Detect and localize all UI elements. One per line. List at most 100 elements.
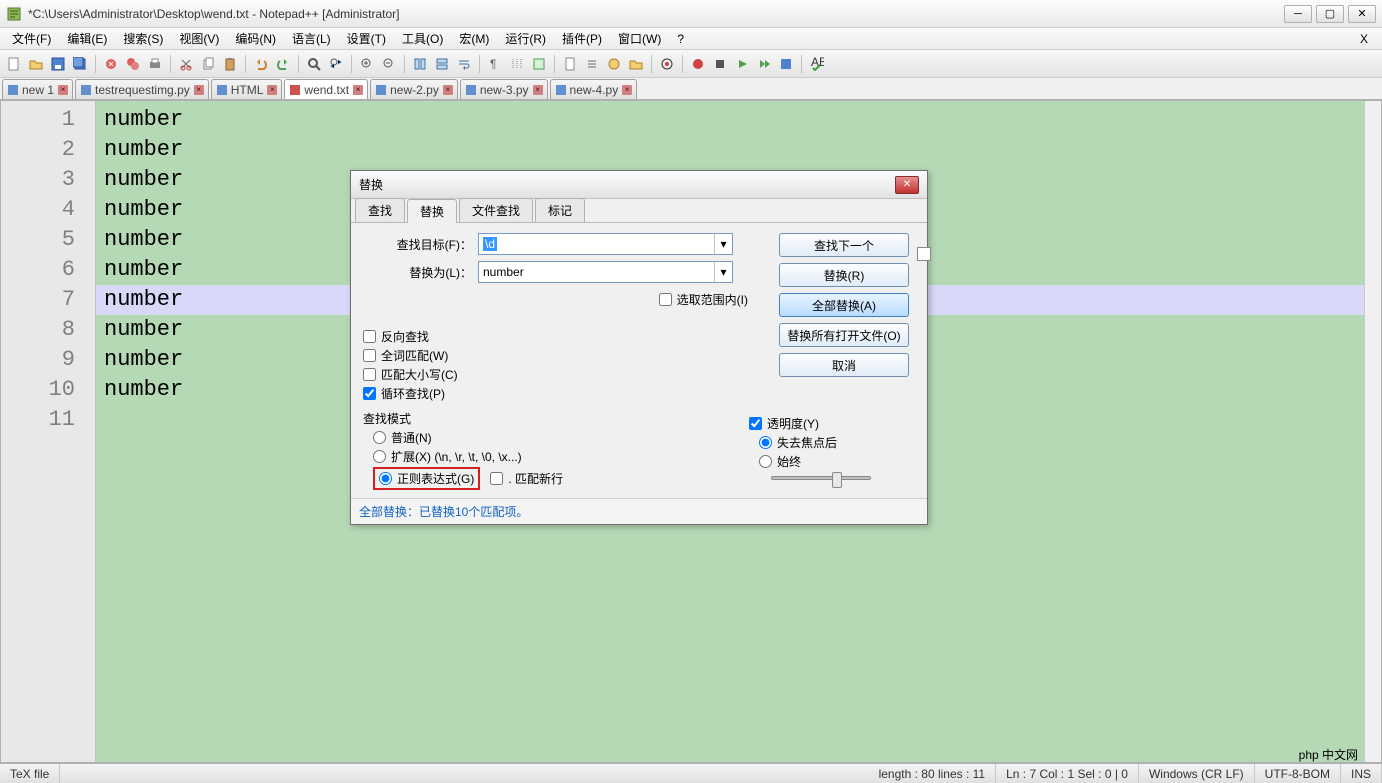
code-line: number [96, 105, 1381, 135]
mode-regex-radio[interactable] [379, 472, 392, 485]
tab-new-1[interactable]: new 1× [2, 79, 73, 99]
find-input[interactable]: \d ▾ [478, 233, 733, 255]
dialog-close-icon[interactable]: ✕ [895, 176, 919, 194]
menu-close-x[interactable]: X [1350, 30, 1378, 48]
close-all-icon[interactable] [123, 54, 143, 74]
cut-icon[interactable] [176, 54, 196, 74]
tab-close-icon[interactable]: × [353, 85, 363, 95]
sync-h-icon[interactable] [432, 54, 452, 74]
replace-button[interactable]: 替换(R) [779, 263, 909, 287]
stop-icon[interactable] [710, 54, 730, 74]
save-all-icon[interactable] [70, 54, 90, 74]
play-multi-icon[interactable] [754, 54, 774, 74]
print-icon[interactable] [145, 54, 165, 74]
chevron-down-icon[interactable]: ▾ [714, 262, 732, 282]
menu-run[interactable]: 运行(R) [497, 28, 554, 49]
find-next-button[interactable]: 查找下一个 [779, 233, 909, 257]
close-file-icon[interactable] [101, 54, 121, 74]
menu-search[interactable]: 搜索(S) [115, 28, 171, 49]
tab-new-2[interactable]: new-2.py× [370, 79, 458, 99]
play-icon[interactable] [732, 54, 752, 74]
monitor-icon[interactable] [657, 54, 677, 74]
replace-all-button[interactable]: 全部替换(A) [779, 293, 909, 317]
dialog-tab-replace[interactable]: 替换 [407, 199, 457, 223]
menu-edit[interactable]: 编辑(E) [59, 28, 115, 49]
document-tabs: new 1× testrequestimg.py× HTML× wend.txt… [0, 78, 1382, 100]
tab-testrequestimg[interactable]: testrequestimg.py× [75, 79, 209, 99]
new-file-icon[interactable] [4, 54, 24, 74]
menu-view[interactable]: 视图(V) [171, 28, 227, 49]
show-all-chars-icon[interactable]: ¶ [485, 54, 505, 74]
tab-close-icon[interactable]: × [194, 85, 204, 95]
paste-icon[interactable] [220, 54, 240, 74]
menu-file[interactable]: 文件(F) [4, 28, 59, 49]
save-icon[interactable] [48, 54, 68, 74]
matchcase-checkbox[interactable] [363, 368, 376, 381]
dialog-titlebar[interactable]: 替换 ✕ [351, 171, 927, 199]
tab-close-icon[interactable]: × [58, 85, 68, 95]
trans-onblur-radio[interactable] [759, 436, 772, 449]
dialog-tab-find[interactable]: 查找 [355, 198, 405, 222]
open-file-icon[interactable] [26, 54, 46, 74]
backward-checkbox[interactable] [363, 330, 376, 343]
menu-settings[interactable]: 设置(T) [339, 28, 394, 49]
wrap-checkbox[interactable] [363, 387, 376, 400]
tab-close-icon[interactable]: × [533, 85, 543, 95]
tab-new-4[interactable]: new-4.py× [550, 79, 638, 99]
status-length: length : 80 lines : 11 [869, 764, 997, 783]
cancel-button[interactable]: 取消 [779, 353, 909, 377]
func-list-icon[interactable] [604, 54, 624, 74]
menu-tools[interactable]: 工具(O) [394, 28, 451, 49]
trans-always-radio[interactable] [759, 455, 772, 468]
copy-icon[interactable] [198, 54, 218, 74]
indent-guide-icon[interactable] [507, 54, 527, 74]
find-next-checkbox[interactable] [917, 247, 931, 261]
vertical-scrollbar[interactable] [1364, 101, 1381, 762]
replace-icon[interactable] [326, 54, 346, 74]
dialog-tab-mark[interactable]: 标记 [535, 198, 585, 222]
replace-input[interactable]: number ▾ [478, 261, 733, 283]
dialog-tab-findinfiles[interactable]: 文件查找 [459, 198, 533, 222]
tab-close-icon[interactable]: × [267, 85, 277, 95]
transparency-checkbox[interactable] [749, 417, 762, 430]
close-button[interactable]: ✕ [1348, 5, 1376, 23]
doc-list-icon[interactable] [582, 54, 602, 74]
save-macro-icon[interactable] [776, 54, 796, 74]
doc-map-icon[interactable] [560, 54, 580, 74]
maximize-button[interactable]: ▢ [1316, 5, 1344, 23]
status-eol: Windows (CR LF) [1139, 764, 1255, 783]
folder-icon[interactable] [626, 54, 646, 74]
undo-icon[interactable] [251, 54, 271, 74]
find-icon[interactable] [304, 54, 324, 74]
menu-macro[interactable]: 宏(M) [451, 28, 497, 49]
replace-in-open-button[interactable]: 替换所有打开文件(O) [779, 323, 909, 347]
minimize-button[interactable]: ─ [1284, 5, 1312, 23]
userdef-icon[interactable] [529, 54, 549, 74]
mode-normal-radio[interactable] [373, 431, 386, 444]
tab-wend-txt[interactable]: wend.txt× [284, 79, 368, 99]
in-selection-checkbox[interactable] [659, 293, 672, 306]
spellcheck-icon[interactable]: ABC [807, 54, 827, 74]
transparency-slider[interactable] [771, 476, 871, 480]
tab-close-icon[interactable]: × [443, 85, 453, 95]
tab-close-icon[interactable]: × [622, 85, 632, 95]
mode-extended-radio[interactable] [373, 450, 386, 463]
menu-plugins[interactable]: 插件(P) [554, 28, 610, 49]
tab-html[interactable]: HTML× [211, 79, 283, 99]
zoom-in-icon[interactable] [357, 54, 377, 74]
chevron-down-icon[interactable]: ▾ [714, 234, 732, 254]
tab-new-3[interactable]: new-3.py× [460, 79, 548, 99]
app-icon [6, 6, 22, 22]
match-newline-checkbox[interactable] [490, 472, 503, 485]
wholeword-checkbox[interactable] [363, 349, 376, 362]
redo-icon[interactable] [273, 54, 293, 74]
menu-help[interactable]: ? [669, 30, 692, 48]
menu-window[interactable]: 窗口(W) [610, 28, 669, 49]
menu-encoding[interactable]: 编码(N) [227, 28, 284, 49]
status-encoding: UTF-8-BOM [1255, 764, 1341, 783]
wrap-icon[interactable] [454, 54, 474, 74]
sync-v-icon[interactable] [410, 54, 430, 74]
menu-language[interactable]: 语言(L) [284, 28, 339, 49]
record-icon[interactable] [688, 54, 708, 74]
zoom-out-icon[interactable] [379, 54, 399, 74]
